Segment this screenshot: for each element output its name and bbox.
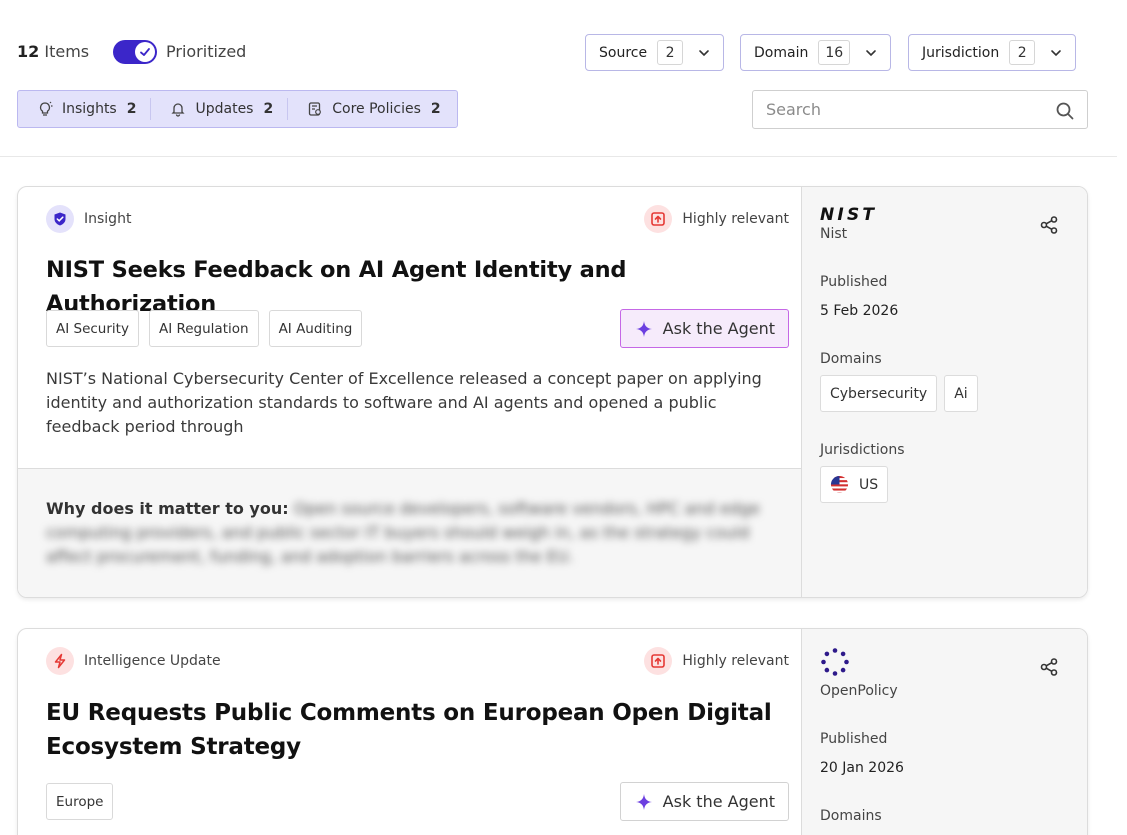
- published-date: 20 Jan 2026: [820, 760, 904, 776]
- card-main: Intelligence Update Highly relevant EU R…: [18, 629, 801, 835]
- lightning-icon: [46, 647, 74, 675]
- relevance-badge: Highly relevant: [644, 647, 789, 675]
- domain-chip[interactable]: Cybersecurity: [820, 375, 938, 412]
- divider: [0, 156, 1117, 157]
- tag[interactable]: AI Security: [46, 310, 139, 347]
- sparkle-icon: [635, 320, 652, 337]
- chevron-down-icon: [866, 49, 876, 56]
- jurisdiction-filter-dropdown[interactable]: Jurisdiction 2: [908, 34, 1077, 71]
- svg-text:NIST: NIST: [820, 205, 875, 223]
- jurisdiction-chips: US: [820, 466, 895, 503]
- items-count: 12 Items: [17, 42, 90, 61]
- feed-card: Insight Highly relevant NIST Seeks Feedb…: [17, 186, 1088, 598]
- lightbulb-icon: [39, 101, 53, 116]
- source-name: OpenPolicy: [820, 683, 898, 699]
- card-sidebar: NIST Nist Published 5 Feb 2026 Domains C…: [801, 187, 1087, 597]
- jurisdiction-chip[interactable]: US: [820, 466, 889, 503]
- policy-doc-icon: [309, 102, 322, 116]
- published-label: Published: [820, 731, 888, 747]
- tag[interactable]: Europe: [46, 783, 114, 820]
- card-tags: AI Security AI Regulation AI Auditing: [46, 310, 372, 347]
- tab-updates[interactable]: Updates 2: [151, 98, 289, 120]
- source-name: Nist: [820, 226, 848, 242]
- tag[interactable]: AI Auditing: [268, 310, 363, 347]
- bell-icon: [171, 103, 186, 117]
- card-title[interactable]: EU Requests Public Comments on European …: [46, 696, 772, 764]
- card-sidebar: OpenPolicy Published 20 Jan 2026 Domains: [801, 629, 1087, 835]
- card-description: NIST’s National Cybersecurity Center of …: [46, 369, 762, 436]
- jurisdiction-filter-count: 2: [1009, 40, 1036, 65]
- domains-label: Domains: [820, 808, 882, 824]
- published-date: 5 Feb 2026: [820, 303, 899, 319]
- sparkle-icon: [635, 793, 652, 810]
- published-label: Published: [820, 274, 888, 290]
- arrow-up-box-icon: [644, 205, 673, 233]
- search-icon[interactable]: [1055, 101, 1075, 121]
- us-flag-icon: [830, 475, 849, 494]
- chevron-down-icon: [1051, 49, 1062, 56]
- arrow-up-box-icon: [644, 647, 673, 675]
- tab-core-policies[interactable]: Core Policies 2: [288, 98, 454, 120]
- check-icon: [135, 42, 155, 62]
- share-icon[interactable]: [1039, 657, 1059, 677]
- search-input[interactable]: [766, 100, 1036, 119]
- tag[interactable]: AI Regulation: [148, 310, 259, 347]
- domains-label: Domains: [820, 351, 882, 367]
- card-main: Insight Highly relevant NIST Seeks Feedb…: [18, 187, 801, 597]
- type-tabs: Insights 2 Updates 2 Core Policies 2: [17, 90, 458, 128]
- card-tags: Europe: [46, 783, 123, 820]
- domain-filter-count: 16: [818, 40, 851, 65]
- chevron-down-icon: [699, 49, 709, 56]
- jurisdictions-label: Jurisdictions: [820, 442, 905, 458]
- why-label: Why does it matter to you:: [46, 499, 289, 518]
- share-icon[interactable]: [1039, 215, 1059, 235]
- ask-the-agent-button[interactable]: Ask the Agent: [619, 782, 789, 821]
- card-type: Insight: [46, 205, 131, 233]
- shield-icon: [46, 205, 74, 233]
- why-it-matters: Why does it matter to you: Open source d…: [18, 468, 801, 597]
- domain-filter-dropdown[interactable]: Domain 16: [740, 34, 892, 71]
- card-type: Intelligence Update: [46, 647, 221, 675]
- ask-the-agent-button[interactable]: Ask the Agent: [619, 309, 789, 348]
- tab-insights[interactable]: Insights 2: [18, 98, 152, 120]
- domain-chip[interactable]: Ai: [944, 375, 978, 412]
- feed-card: Intelligence Update Highly relevant EU R…: [17, 628, 1088, 835]
- relevance-badge: Highly relevant: [644, 205, 789, 233]
- search-box: [752, 90, 1088, 129]
- source-filter-count: 2: [657, 40, 684, 65]
- openpolicy-logo: [820, 647, 850, 681]
- toolbar: 12 Items Prioritized Source 2 Domain 16 …: [17, 34, 1088, 71]
- prioritized-toggle[interactable]: [113, 40, 157, 64]
- source-filter-dropdown[interactable]: Source 2: [585, 34, 725, 71]
- nist-logo: NIST: [820, 205, 876, 227]
- prioritized-label: Prioritized: [166, 42, 247, 61]
- domain-chips: Cybersecurity Ai: [820, 375, 985, 412]
